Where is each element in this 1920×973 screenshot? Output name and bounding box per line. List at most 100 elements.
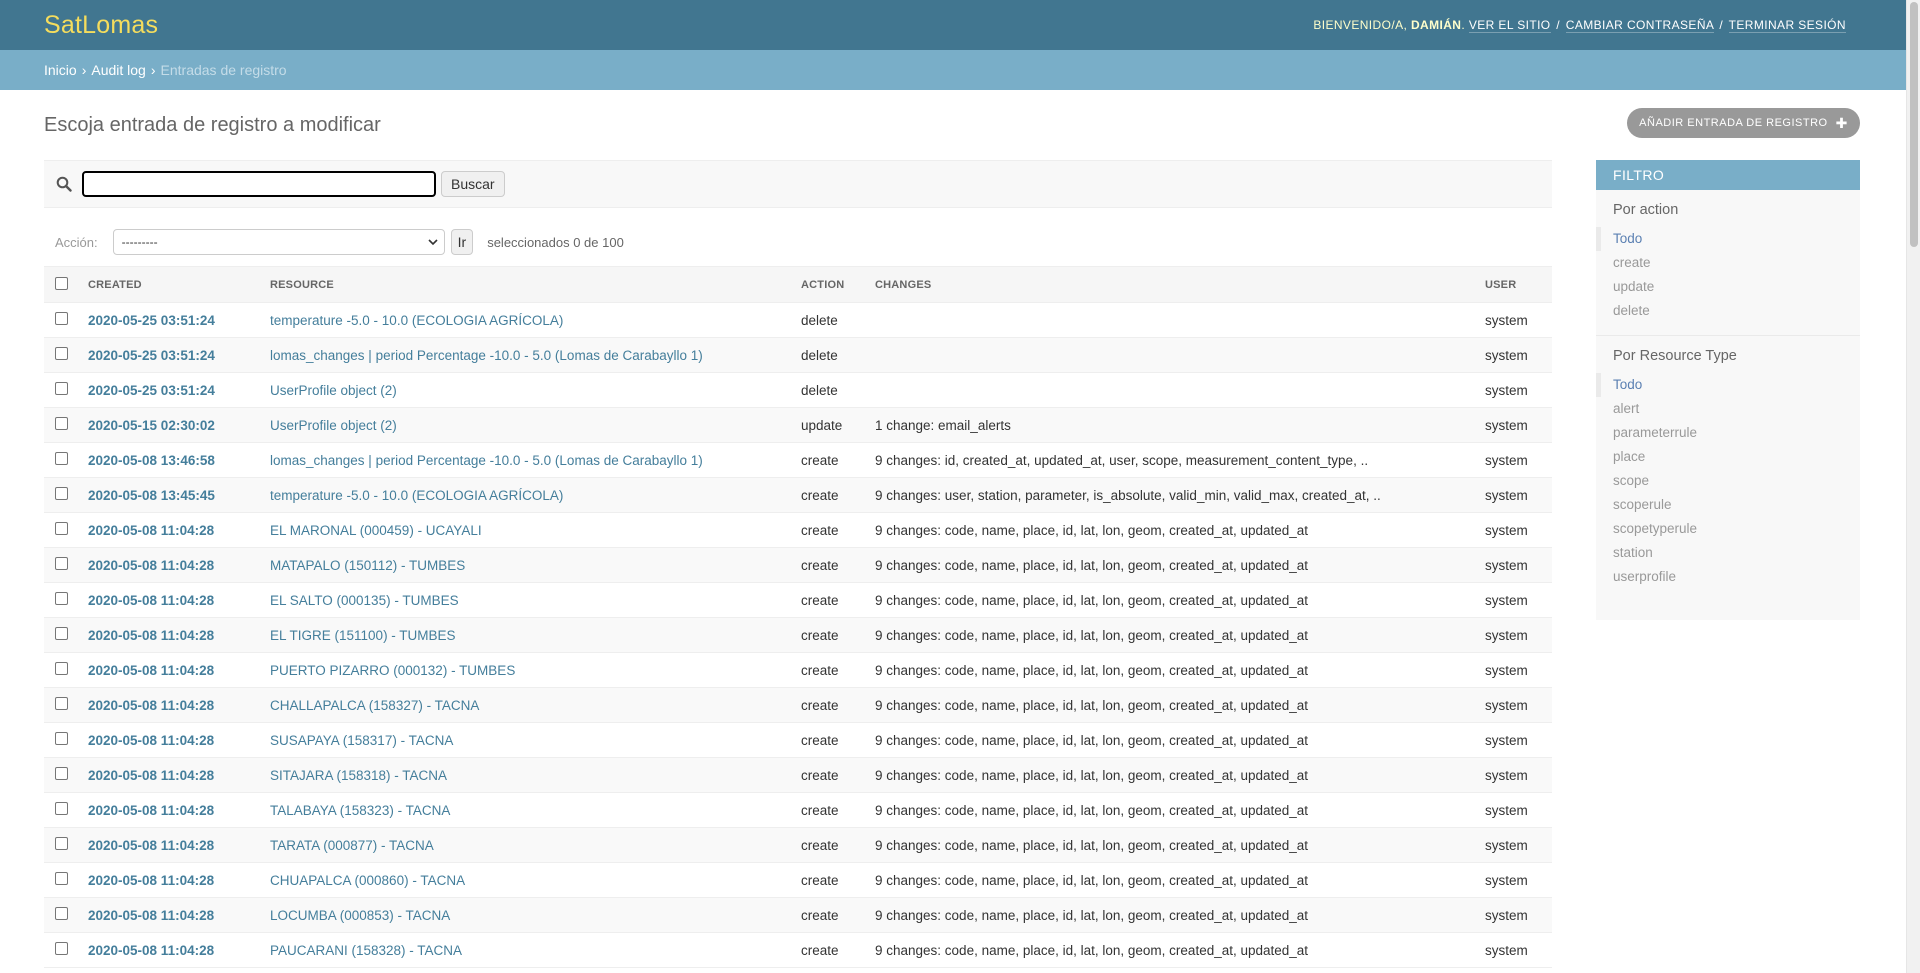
created-link[interactable]: 2020-05-25 03:51:24 xyxy=(88,348,215,363)
row-checkbox[interactable] xyxy=(55,697,68,710)
created-link[interactable]: 2020-05-08 13:46:58 xyxy=(88,453,215,468)
resource-link[interactable]: EL SALTO (000135) - TUMBES xyxy=(270,593,459,608)
breadcrumb-app[interactable]: Audit log xyxy=(91,62,145,78)
row-checkbox[interactable] xyxy=(55,417,68,430)
resource-link[interactable]: CHUAPALCA (000860) - TACNA xyxy=(270,873,465,888)
filter-option[interactable]: create xyxy=(1596,251,1860,275)
view-site-link[interactable]: VER EL SITIO xyxy=(1468,18,1551,33)
created-link[interactable]: 2020-05-08 11:04:28 xyxy=(88,558,214,573)
filter-option[interactable]: update xyxy=(1596,275,1860,299)
scrollbar-thumb[interactable] xyxy=(1910,2,1918,247)
row-checkbox[interactable] xyxy=(55,312,68,325)
user-cell: system xyxy=(1477,477,1552,513)
created-cell: 2020-05-08 13:46:58 xyxy=(80,442,262,478)
row-checkbox-cell xyxy=(44,932,80,968)
resource-link[interactable]: TALABAYA (158323) - TACNA xyxy=(270,803,450,818)
column-resource[interactable]: RESOURCE xyxy=(262,266,793,303)
created-link[interactable]: 2020-05-08 11:04:28 xyxy=(88,943,214,958)
resource-link[interactable]: temperature -5.0 - 10.0 (ECOLOGIA AGRÍCO… xyxy=(270,313,563,328)
row-checkbox[interactable] xyxy=(55,487,68,500)
row-checkbox[interactable] xyxy=(55,347,68,360)
action-select[interactable]: --------- xyxy=(112,229,445,255)
resource-link[interactable]: SUSAPAYA (158317) - TACNA xyxy=(270,733,453,748)
go-button[interactable]: Ir xyxy=(450,229,474,255)
filter-option[interactable]: Todo xyxy=(1596,373,1860,397)
user-tools: BIENVENIDO/A, DAMIÁN. VER EL SITIO / CAM… xyxy=(1313,18,1846,33)
change-password-link[interactable]: CAMBIAR CONTRASEÑA xyxy=(1565,18,1714,33)
row-checkbox[interactable] xyxy=(55,522,68,535)
resource-link[interactable]: UserProfile object (2) xyxy=(270,383,397,398)
row-checkbox[interactable] xyxy=(55,627,68,640)
created-link[interactable]: 2020-05-08 11:04:28 xyxy=(88,838,214,853)
row-checkbox[interactable] xyxy=(55,732,68,745)
search-input[interactable] xyxy=(82,171,436,197)
row-checkbox[interactable] xyxy=(55,452,68,465)
resource-link[interactable]: PUERTO PIZARRO (000132) - TUMBES xyxy=(270,663,515,678)
resource-link[interactable]: PAUCARANI (158328) - TACNA xyxy=(270,943,462,958)
created-link[interactable]: 2020-05-15 02:30:02 xyxy=(88,418,215,433)
resource-link[interactable]: MATAPALO (150112) - TUMBES xyxy=(270,558,465,573)
row-checkbox[interactable] xyxy=(55,767,68,780)
created-link[interactable]: 2020-05-08 11:04:28 xyxy=(88,733,214,748)
created-link[interactable]: 2020-05-08 11:04:28 xyxy=(88,698,214,713)
resource-link[interactable]: lomas_changes | period Percentage -10.0 … xyxy=(270,348,703,363)
add-entry-button[interactable]: AÑADIR ENTRADA DE REGISTRO ✚ xyxy=(1627,108,1860,138)
created-cell: 2020-05-08 11:04:28 xyxy=(80,792,262,828)
filter-option[interactable]: scoperule xyxy=(1596,493,1860,517)
page-scrollbar[interactable] xyxy=(1906,0,1920,973)
filter-option-list: Todo create update delete xyxy=(1596,227,1860,336)
resource-link[interactable]: lomas_changes | period Percentage -10.0 … xyxy=(270,453,703,468)
row-checkbox[interactable] xyxy=(55,382,68,395)
filter-option[interactable]: parameterrule xyxy=(1596,421,1860,445)
column-changes[interactable]: CHANGES xyxy=(867,266,1477,303)
resource-link[interactable]: SITAJARA (158318) - TACNA xyxy=(270,768,447,783)
resource-link[interactable]: LOCUMBA (000853) - TACNA xyxy=(270,908,450,923)
created-link[interactable]: 2020-05-25 03:51:24 xyxy=(88,383,215,398)
table-row: 2020-05-08 13:46:58 lomas_changes | perio… xyxy=(44,442,1552,478)
created-link[interactable]: 2020-05-08 11:04:28 xyxy=(88,593,214,608)
filter-option[interactable]: place xyxy=(1596,445,1860,469)
filter-option[interactable]: scopetyperule xyxy=(1596,517,1860,541)
filter-option[interactable]: delete xyxy=(1596,299,1860,323)
created-link[interactable]: 2020-05-08 11:04:28 xyxy=(88,628,214,643)
row-checkbox[interactable] xyxy=(55,557,68,570)
search-button[interactable]: Buscar xyxy=(441,171,505,197)
filter-option[interactable]: station xyxy=(1596,541,1860,565)
breadcrumb-home[interactable]: Inicio xyxy=(44,62,77,78)
row-checkbox[interactable] xyxy=(55,907,68,920)
row-checkbox[interactable] xyxy=(55,662,68,675)
resource-link[interactable]: EL TIGRE (151100) - TUMBES xyxy=(270,628,456,643)
logout-link[interactable]: TERMINAR SESIÓN xyxy=(1728,18,1846,33)
resource-cell: CHUAPALCA (000860) - TACNA xyxy=(262,862,793,898)
changes-cell: 9 changes: code, name, place, id, lat, l… xyxy=(867,722,1477,758)
created-link[interactable]: 2020-05-08 13:45:45 xyxy=(88,488,215,503)
resource-link[interactable]: CHALLAPALCA (158327) - TACNA xyxy=(270,698,479,713)
resource-link[interactable]: EL MARONAL (000459) - UCAYALI xyxy=(270,523,482,538)
row-checkbox[interactable] xyxy=(55,802,68,815)
filter-option[interactable]: scope xyxy=(1596,469,1860,493)
created-link[interactable]: 2020-05-25 03:51:24 xyxy=(88,313,215,328)
created-link[interactable]: 2020-05-08 11:04:28 xyxy=(88,908,214,923)
row-checkbox[interactable] xyxy=(55,837,68,850)
filter-option[interactable]: Todo xyxy=(1596,227,1860,251)
column-created[interactable]: CREATED xyxy=(80,266,262,303)
resource-link[interactable]: temperature -5.0 - 10.0 (ECOLOGIA AGRÍCO… xyxy=(270,488,563,503)
site-brand[interactable]: SatLomas xyxy=(44,11,158,40)
resource-link[interactable]: UserProfile object (2) xyxy=(270,418,397,433)
select-all-checkbox[interactable] xyxy=(55,276,68,290)
created-link[interactable]: 2020-05-08 11:04:28 xyxy=(88,803,214,818)
filter-option[interactable]: userprofile xyxy=(1596,565,1860,589)
row-checkbox[interactable] xyxy=(55,942,68,955)
row-checkbox[interactable] xyxy=(55,592,68,605)
column-action[interactable]: ACTION xyxy=(793,266,867,303)
row-checkbox[interactable] xyxy=(55,872,68,885)
column-user[interactable]: USER xyxy=(1477,266,1552,303)
created-cell: 2020-05-08 11:04:28 xyxy=(80,547,262,583)
created-link[interactable]: 2020-05-08 11:04:28 xyxy=(88,768,214,783)
created-link[interactable]: 2020-05-08 11:04:28 xyxy=(88,523,214,538)
filter-option[interactable]: alert xyxy=(1596,397,1860,421)
created-link[interactable]: 2020-05-08 11:04:28 xyxy=(88,663,214,678)
resource-link[interactable]: TARATA (000877) - TACNA xyxy=(270,838,434,853)
created-link[interactable]: 2020-05-08 11:04:28 xyxy=(88,873,214,888)
created-cell: 2020-05-08 11:04:28 xyxy=(80,617,262,653)
